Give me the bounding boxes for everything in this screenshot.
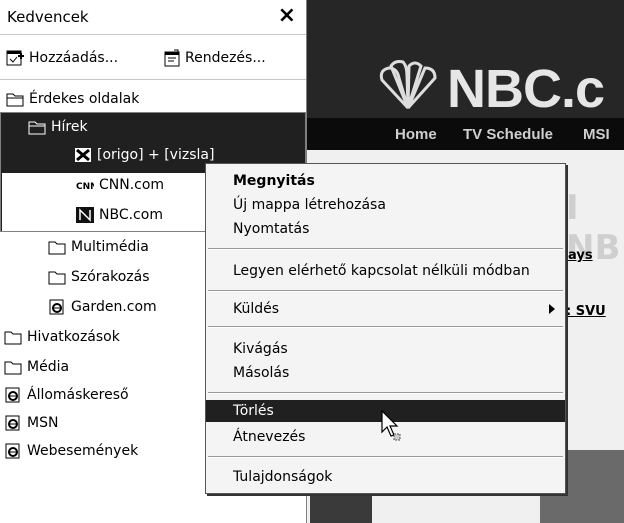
favorite-label: NBC.com bbox=[99, 207, 163, 223]
nav-msi-link[interactable]: MSI bbox=[583, 126, 610, 143]
menu-properties[interactable]: Tulajdonságok bbox=[206, 466, 565, 488]
favorites-toolbar: Hozzáadás... Rendezés... bbox=[0, 40, 306, 76]
folder-label: Hírek bbox=[51, 119, 88, 135]
svg-text:CNN: CNN bbox=[76, 182, 94, 192]
mouse-cursor-icon bbox=[381, 410, 401, 441]
organize-favorites-icon bbox=[164, 49, 180, 67]
folder-label: Érdekes oldalak bbox=[29, 91, 140, 107]
nav-tv-schedule-link[interactable]: TV Schedule bbox=[463, 126, 553, 143]
menu-separator bbox=[208, 392, 563, 394]
page-link-svu[interactable]: : SVU bbox=[566, 304, 606, 319]
menu-send[interactable]: Küldés bbox=[206, 298, 565, 320]
ie-page-icon bbox=[5, 443, 20, 459]
favorite-label: Állomáskereső bbox=[27, 387, 129, 403]
ie-page-icon bbox=[49, 299, 64, 315]
menu-copy[interactable]: Másolás bbox=[206, 362, 565, 384]
close-icon[interactable]: × bbox=[278, 3, 296, 29]
favorite-label: CNN.com bbox=[99, 177, 165, 193]
menu-separator bbox=[208, 290, 563, 292]
nbc-logo-text: NBC.c bbox=[447, 59, 605, 119]
favorites-header: Kedvencek × bbox=[0, 0, 306, 35]
cnn-icon: CNN bbox=[76, 182, 94, 192]
peacock-logo-icon bbox=[379, 60, 437, 110]
folder-icon bbox=[48, 271, 66, 285]
add-favorite-icon bbox=[6, 50, 24, 66]
folder-label: Szórakozás bbox=[71, 269, 150, 285]
folder-erdekes-oldalak[interactable]: Érdekes oldalak bbox=[6, 86, 312, 112]
menu-separator bbox=[208, 326, 563, 328]
open-folder-icon bbox=[28, 121, 46, 135]
folder-icon bbox=[4, 331, 22, 345]
menu-send-label: Küldés bbox=[233, 301, 280, 317]
nbc-header: NBC.c bbox=[307, 0, 624, 120]
favorite-label: [origo] + [vizsla] bbox=[97, 147, 215, 163]
folder-label: Multimédia bbox=[71, 239, 149, 255]
menu-separator bbox=[208, 248, 563, 250]
menu-open[interactable]: Megnyitás bbox=[206, 170, 565, 192]
folder-label: Média bbox=[27, 359, 70, 375]
folder-icon bbox=[4, 361, 22, 375]
ie-page-icon bbox=[5, 415, 20, 431]
favorites-title: Kedvencek bbox=[7, 8, 89, 26]
ie-page-icon bbox=[5, 387, 20, 403]
favorite-label: Garden.com bbox=[71, 299, 157, 315]
nbc-nav: Home TV Schedule MSI bbox=[307, 118, 624, 150]
favorite-label: Webesemények bbox=[27, 443, 139, 459]
nav-home-link[interactable]: Home bbox=[395, 126, 437, 143]
add-favorite-label: Hozzáadás... bbox=[29, 50, 119, 66]
origo-icon bbox=[75, 148, 91, 162]
favorite-label: MSN bbox=[27, 415, 59, 431]
organize-favorites-button[interactable]: Rendezés... bbox=[162, 46, 266, 70]
folder-label: Hivatkozások bbox=[27, 329, 120, 345]
organize-favorites-label: Rendezés... bbox=[185, 50, 266, 66]
toolbar-divider bbox=[0, 79, 306, 80]
menu-cut[interactable]: Kivágás bbox=[206, 338, 565, 360]
add-favorite-button[interactable]: Hozzáadás... bbox=[6, 46, 118, 70]
menu-offline[interactable]: Legyen elérhető kapcsolat nélküli módban bbox=[206, 260, 565, 282]
open-folder-icon bbox=[6, 93, 24, 107]
menu-print[interactable]: Nyomtatás bbox=[206, 218, 565, 240]
submenu-arrow-icon bbox=[549, 304, 555, 314]
folder-hirek[interactable]: Hírek bbox=[28, 114, 298, 140]
folder-icon bbox=[48, 241, 66, 255]
page-link-days[interactable]: ays bbox=[568, 248, 593, 263]
menu-new-folder[interactable]: Új mappa létrehozása bbox=[206, 194, 565, 216]
menu-separator bbox=[208, 456, 563, 458]
nbc-icon bbox=[76, 207, 94, 223]
